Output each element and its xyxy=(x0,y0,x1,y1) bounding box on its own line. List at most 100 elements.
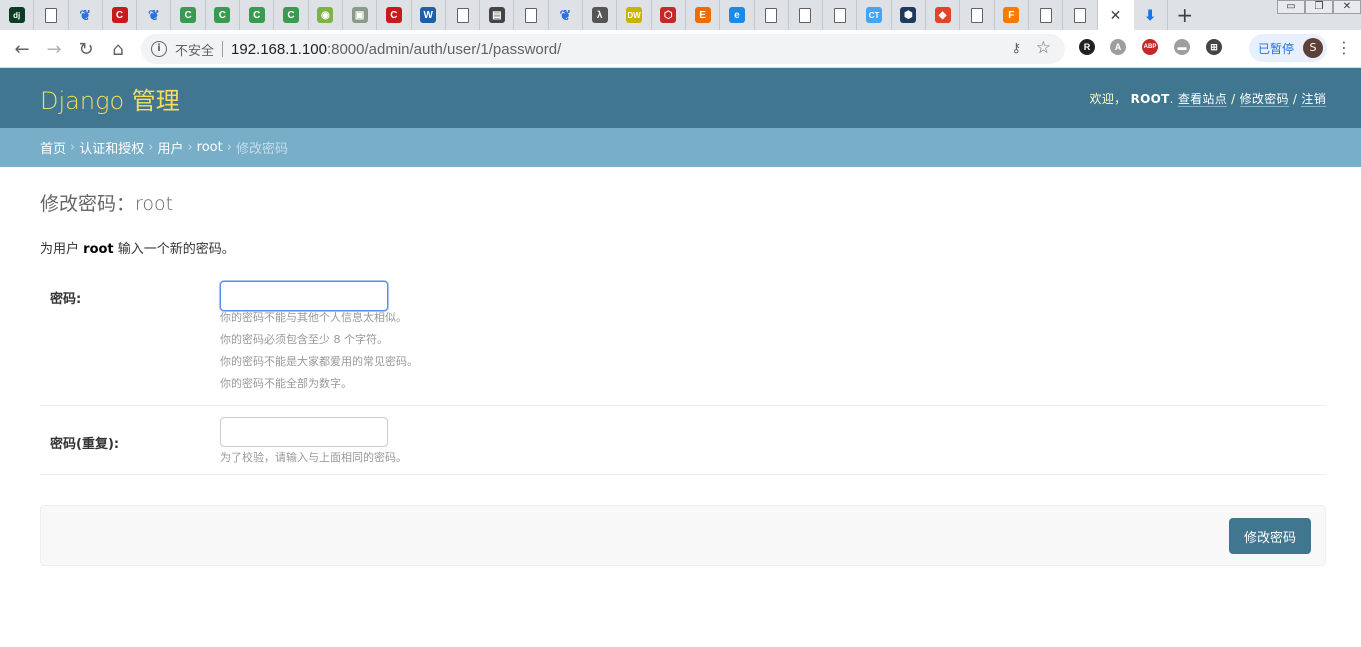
browser-tab[interactable]: ⬡ xyxy=(652,0,686,30)
r-extension-glyph: R xyxy=(1079,39,1095,55)
browser-tab[interactable]: C xyxy=(171,0,206,30)
browser-tab[interactable] xyxy=(1063,0,1098,30)
url-host[interactable]: 192.168.1.100 xyxy=(231,41,327,58)
gitlab-icon: ◆ xyxy=(934,7,951,23)
csdn-icon: C xyxy=(385,7,402,23)
address-bar[interactable]: i 不安全 192.168.1.100:8000/admin/auth/user… xyxy=(141,34,1065,64)
info-icon[interactable]: i xyxy=(151,41,167,57)
book-icon: ▤ xyxy=(488,7,505,23)
browser-tab[interactable]: F xyxy=(995,0,1029,30)
minimize-icon[interactable]: ▭ xyxy=(1277,0,1305,14)
paused-label: 已暂停 xyxy=(1258,41,1295,56)
browser-tab[interactable] xyxy=(446,0,481,30)
baidu-paw-icon: ❦ xyxy=(559,6,572,23)
insecure-label[interactable]: 不安全 xyxy=(175,40,214,59)
user-tools: 欢迎， ROOT. 查看站点 / 修改密码 / 注销 xyxy=(1089,91,1326,107)
browser-tab[interactable]: C xyxy=(240,0,275,30)
key-icon[interactable]: ⚷ xyxy=(1011,41,1021,56)
browser-tab[interactable]: e xyxy=(720,0,755,30)
r-extension-icon[interactable]: R xyxy=(1076,36,1098,58)
restore-icon[interactable]: ❐ xyxy=(1305,0,1333,14)
screen-extension-icon[interactable]: ▬ xyxy=(1171,36,1193,58)
browser-tab[interactable] xyxy=(823,0,858,30)
logout-link[interactable]: 注销 xyxy=(1301,91,1326,107)
document-icon xyxy=(525,7,538,23)
username: ROOT xyxy=(1130,91,1170,106)
browser-tab[interactable] xyxy=(1029,0,1064,30)
browser-tab[interactable]: E xyxy=(686,0,721,30)
page-title: 修改密码：root xyxy=(40,193,174,215)
browser-tab[interactable]: dj xyxy=(0,0,35,30)
breadcrumb-auth[interactable]: 认证和授权 xyxy=(79,138,144,157)
site-branding[interactable]: Django 管理 xyxy=(40,81,180,116)
breadcrumb-user[interactable]: root xyxy=(197,140,223,155)
close-window-icon[interactable]: ✕ xyxy=(1333,0,1361,14)
screen-extension-glyph: ▬ xyxy=(1174,39,1190,55)
close-tab-icon[interactable]: ✕ xyxy=(1108,7,1124,23)
browser-tab[interactable]: C xyxy=(206,0,241,30)
change-password-link[interactable]: 修改密码 xyxy=(1239,91,1289,107)
browser-tab[interactable]: ❦ xyxy=(137,0,172,30)
browser-tab[interactable] xyxy=(960,0,995,30)
password1-label: 密码: xyxy=(50,292,82,307)
help-line: 你的密码不能全部为数字。 xyxy=(220,377,352,390)
url-path[interactable]: :8000/admin/auth/user/1/password/ xyxy=(327,41,561,58)
intro-prefix: 为用户 xyxy=(40,242,80,257)
home-icon[interactable]: ⌂ xyxy=(102,33,134,65)
browser-tab[interactable]: ◉ xyxy=(309,0,343,30)
browser-tab[interactable]: ❦ xyxy=(69,0,103,30)
adblock-extension-icon[interactable]: ABP xyxy=(1139,36,1161,58)
new-tab-icon[interactable]: + xyxy=(1168,0,1202,30)
document-icon xyxy=(765,7,778,23)
main-content: 修改密码：root 为用户 root 输入一个新的密码。 密码: 你的密码不能与… xyxy=(40,167,1326,566)
admin-header: Django 管理 欢迎， ROOT. 查看站点 / 修改密码 / 注销 xyxy=(0,68,1361,128)
password2-label: 密码(重复): xyxy=(50,437,120,452)
change-password-button[interactable]: 修改密码 xyxy=(1229,518,1311,554)
breadcrumb-home[interactable]: 首页 xyxy=(40,138,66,157)
crop-extension-glyph: ⊞ xyxy=(1206,39,1222,55)
browser-tab[interactable]: ◆ xyxy=(926,0,961,30)
menu-icon[interactable]: ⋮ xyxy=(1335,38,1353,57)
browser-tab[interactable]: C xyxy=(103,0,138,30)
hexagon-red-icon: ⬡ xyxy=(660,7,677,23)
forward-icon[interactable]: → xyxy=(38,33,70,65)
browser-tab[interactable] xyxy=(514,0,549,30)
browser-tab[interactable] xyxy=(34,0,69,30)
pdf-extension-icon[interactable]: A xyxy=(1107,36,1129,58)
browser-tab[interactable]: ⬇ xyxy=(1134,0,1168,30)
breadcrumb-users[interactable]: 用户 xyxy=(157,138,183,157)
back-icon[interactable]: ← xyxy=(6,33,38,65)
breadcrumb-separator: › xyxy=(187,140,193,155)
dw-icon: DW xyxy=(625,7,642,23)
intro-username: root xyxy=(83,242,114,257)
password2-field[interactable] xyxy=(220,417,388,447)
browser-tab[interactable]: C xyxy=(377,0,412,30)
download-icon: ⬇ xyxy=(1144,6,1156,23)
reload-icon[interactable]: ↻ xyxy=(70,33,102,65)
breadcrumb-separator: › xyxy=(70,140,76,155)
browser-tab[interactable]: λ xyxy=(583,0,618,30)
browser-tab[interactable]: DW xyxy=(617,0,652,30)
browser-tab[interactable]: W xyxy=(412,0,446,30)
browser-tab[interactable] xyxy=(755,0,789,30)
ct-icon: CT xyxy=(866,7,883,23)
browser-tab[interactable] xyxy=(789,0,824,30)
star-icon[interactable]: ☆ xyxy=(1036,38,1051,58)
green-c-icon: C xyxy=(214,7,231,23)
active-tab[interactable]: ✕ xyxy=(1097,0,1134,30)
document-icon xyxy=(970,7,983,23)
profile-paused-button[interactable]: 已暂停 S xyxy=(1249,34,1327,62)
android-icon: ◉ xyxy=(317,7,334,23)
django-icon: dj xyxy=(8,7,25,23)
browser-tab[interactable]: ❦ xyxy=(549,0,584,30)
browser-tab[interactable]: ▣ xyxy=(343,0,378,30)
view-site-link[interactable]: 查看站点 xyxy=(1177,91,1228,107)
browser-tab[interactable]: ▤ xyxy=(480,0,515,30)
crop-extension-icon[interactable]: ⊞ xyxy=(1203,36,1225,58)
browser-tab[interactable]: C xyxy=(274,0,309,30)
browser-toolbar: ← → ↻ ⌂ i 不安全 192.168.1.100:8000/admin/a… xyxy=(0,30,1361,68)
help-line: 你的密码不能是大家都爱用的常见密码。 xyxy=(220,355,418,368)
browser-tab[interactable]: ⬢ xyxy=(892,0,927,30)
browser-tab[interactable]: CT xyxy=(857,0,892,30)
breadcrumb-separator: › xyxy=(148,140,154,155)
